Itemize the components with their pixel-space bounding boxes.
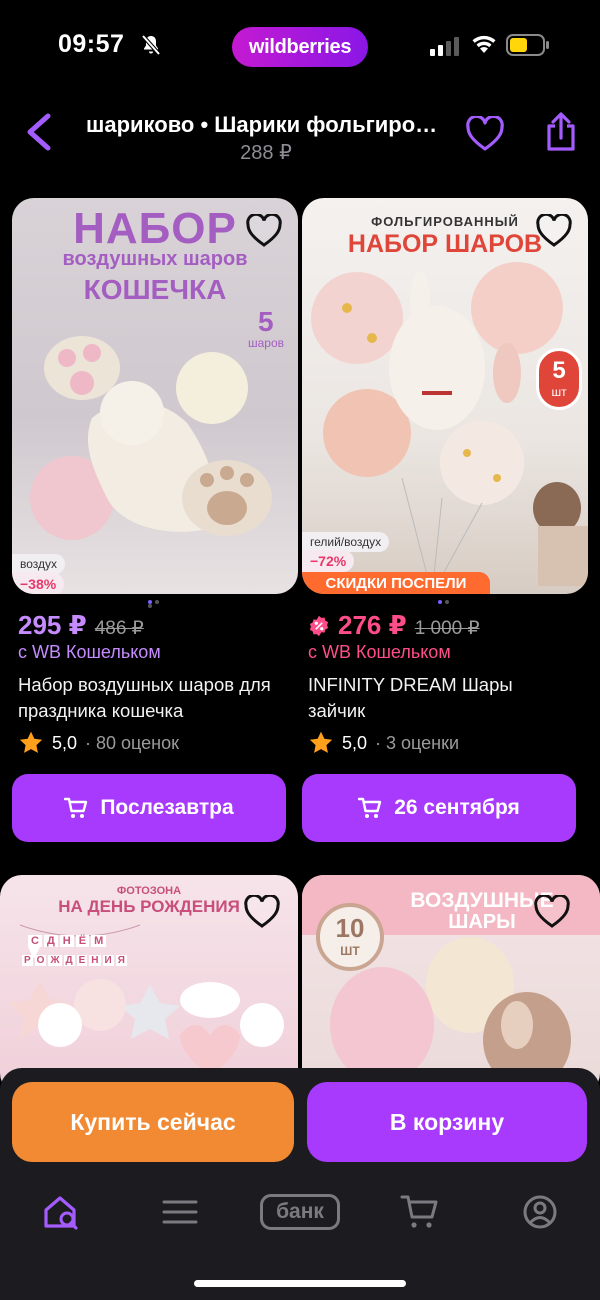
rating: 5,0 · 3 оценки (308, 730, 459, 756)
star-icon (309, 731, 333, 753)
rating: 5,0 · 80 оценок (18, 730, 179, 756)
star-icon (19, 731, 43, 753)
garland-flag: С (28, 935, 42, 947)
discount-badge: −38% (12, 572, 65, 594)
cart-icon[interactable] (398, 1192, 442, 1232)
product-card[interactable]: ФОТОЗОНА НА ДЕНЬ РОЖДЕНИЯ С Д Н Ё М Р О … (0, 875, 298, 1095)
buy-now-button[interactable]: Купить сейчас (12, 1082, 294, 1162)
rating-value: 5,0 (52, 732, 78, 753)
home-search-icon[interactable] (40, 1192, 84, 1232)
add-to-cart-button[interactable]: Послезавтра (12, 774, 286, 842)
product-image-balloons[interactable]: 10 ШТ ВОЗДУШНЫЕ ШАРЫ (302, 875, 600, 1095)
price-row: 295 ₽ 486 ₽ (18, 610, 144, 641)
garland-flag: Н (89, 955, 101, 966)
add-to-cart-button[interactable]: 26 сентября (302, 774, 576, 842)
favorite-heart-icon[interactable] (466, 116, 504, 152)
header-price: 288 ₽ (240, 142, 292, 164)
product-image-bunny[interactable]: ФОЛЬГИРОВАННЫЙ НАБОР ШАРОВ 5 шт гелий/во… (302, 198, 588, 594)
wallet-note: с WB Кошельком (308, 642, 451, 662)
favorite-heart-icon[interactable] (244, 895, 280, 929)
delivery-date-label: Послезавтра (100, 796, 234, 819)
catalog-menu-icon[interactable] (158, 1192, 202, 1232)
old-price: 486 ₽ (94, 618, 144, 639)
garland-flag: Ё (75, 935, 90, 947)
profile-icon[interactable] (518, 1192, 562, 1232)
wildberries-badge[interactable]: wildberries (232, 27, 368, 67)
purchase-action-bar: Купить сейчас В корзину (0, 1068, 600, 1168)
wildberries-badge-label: wildberries (248, 35, 352, 58)
count-badge: 5 шт (536, 348, 582, 410)
status-time: 09:57 (58, 30, 125, 58)
battery-icon (506, 34, 549, 56)
bank-label: банк (276, 1200, 324, 1223)
product-card[interactable]: НАБОР воздушных шаров КОШЕЧКА 5 шаров во… (12, 198, 298, 848)
page-title: шариково • Шарики фольгированные (86, 112, 446, 137)
garland-flag: Н (59, 935, 74, 947)
count-word: ШТ (340, 944, 360, 958)
image-pager (438, 600, 458, 606)
home-indicator[interactable] (194, 1280, 406, 1287)
garland-flag: Д (63, 955, 75, 966)
back-chevron-icon[interactable] (22, 112, 56, 152)
count-badge: 10 ШТ (316, 903, 384, 971)
wifi-icon (472, 35, 496, 53)
share-icon[interactable] (544, 112, 578, 152)
product-price: 276 ₽ (338, 610, 407, 640)
rating-value: 5,0 (342, 732, 368, 753)
review-count: · 3 оценки (375, 732, 460, 753)
old-price: 1 000 ₽ (414, 618, 480, 639)
add-to-basket-button[interactable]: В корзину (307, 1082, 587, 1162)
product-name[interactable]: Набор воздушных шаров для праздника коше… (18, 672, 298, 724)
garland-flag: Я (115, 955, 127, 966)
discount-badge: −72% (302, 550, 355, 572)
tag-badge: гелий/воздух (302, 532, 390, 552)
cart-icon (64, 797, 88, 818)
product-card[interactable]: 10 ШТ ВОЗДУШНЫЕ ШАРЫ (302, 875, 600, 1095)
count-number: 5 (552, 357, 566, 384)
garland-flag: М (91, 935, 107, 947)
product-price: 295 ₽ (18, 610, 87, 640)
tag-badge: воздух (12, 554, 66, 574)
add-to-basket-label: В корзину (389, 1108, 505, 1135)
garland-flag: И (102, 955, 114, 966)
garland-flag: Ж (48, 955, 62, 966)
garland: Р О Ж Д Е Н И Я (22, 955, 127, 966)
price-row: 276 ₽ 1 000 ₽ (308, 610, 480, 641)
wallet-note: с WB Кошельком (18, 642, 161, 662)
product-image-birthday[interactable]: ФОТОЗОНА НА ДЕНЬ РОЖДЕНИЯ С Д Н Ё М Р О … (0, 875, 298, 1095)
promo-banner: СКИДКИ ПОСПЕЛИ (302, 572, 490, 594)
garland-flag: Д (43, 935, 58, 947)
garland: С Д Н Ё М (28, 935, 107, 947)
count-word: шт (551, 385, 567, 399)
product-image-kitten[interactable]: НАБОР воздушных шаров КОШЕЧКА 5 шаров во… (12, 198, 298, 594)
signal-icon (430, 37, 459, 56)
image-pager (148, 600, 168, 608)
product-card[interactable]: ФОЛЬГИРОВАННЫЙ НАБОР ШАРОВ 5 шт гелий/во… (302, 198, 588, 848)
cart-icon (358, 797, 382, 818)
review-count: · 80 оценок (85, 732, 180, 753)
discount-percent-icon (309, 615, 329, 636)
bell-muted-icon (141, 34, 161, 56)
balloon-illustration (30, 336, 272, 540)
garland-flag: О (34, 955, 47, 966)
delivery-date-label: 26 сентября (394, 796, 520, 819)
favorite-heart-icon[interactable] (536, 214, 572, 248)
bank-tab[interactable]: банк (260, 1194, 340, 1230)
garland-flag: Р (22, 955, 33, 966)
product-header: шариково • Шарики фольгированные 288 ₽ (0, 96, 600, 180)
favorite-heart-icon[interactable] (534, 895, 570, 929)
favorite-heart-icon[interactable] (246, 214, 282, 248)
status-bar: 09:57 wildberries (0, 0, 600, 92)
product-name[interactable]: INFINITY DREAM Шары зайчик (308, 672, 528, 724)
buy-now-label: Купить сейчас (70, 1108, 236, 1135)
garland-flag: Е (76, 955, 88, 966)
count-number: 10 (335, 913, 365, 943)
